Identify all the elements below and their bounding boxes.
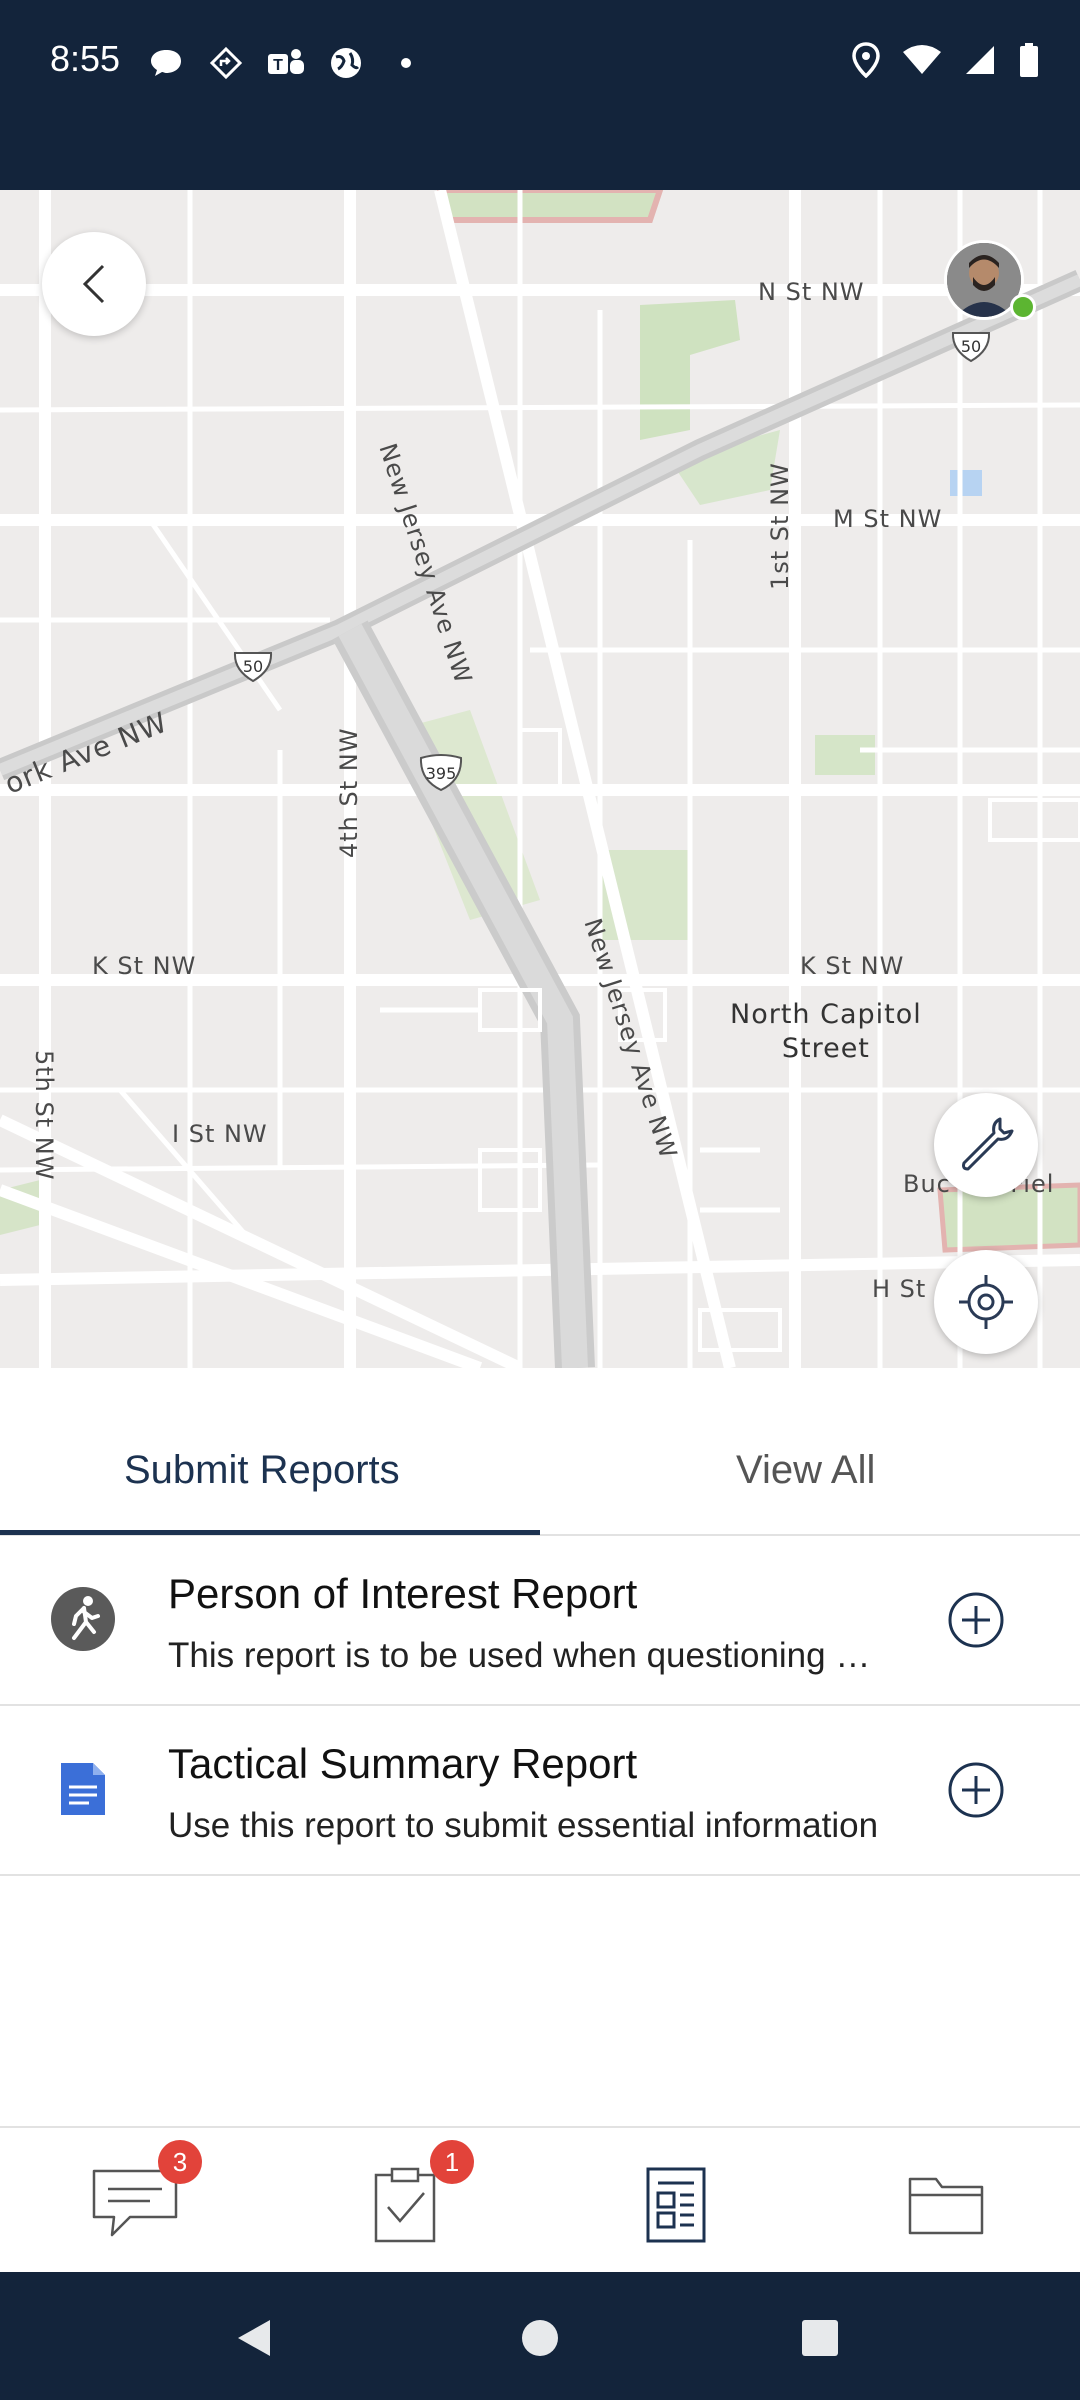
report-description: This report is to be used when questioni… [168,1636,888,1675]
nav-reports[interactable] [626,2160,726,2250]
system-home-icon[interactable] [520,2318,560,2358]
svg-text:395: 395 [426,764,457,783]
report-title: Tactical Summary Report [168,1740,638,1787]
bottom-navigation: 3 1 [0,2126,1080,2272]
tasks-badge: 1 [430,2140,474,2184]
us50-shield-icon: 50 [951,332,991,363]
svg-text:50: 50 [961,337,981,356]
dot-icon [385,42,427,84]
nav-files[interactable] [896,2160,996,2250]
diamond-nav-icon [205,42,247,84]
system-back-icon[interactable] [234,2316,274,2360]
i395-shield-icon: 395 [419,754,463,792]
globe-icon [325,42,367,84]
wrench-icon [962,1117,1014,1171]
chevron-left-icon [82,264,105,304]
wifi-icon [902,44,942,81]
tasks-icon [374,2167,436,2243]
signal-icon [964,44,996,81]
list-item-tactical-summary-report[interactable]: Tactical Summary Report Use this report … [0,1706,1080,1876]
map-label-h-st: H St [872,1275,927,1303]
status-bar: 8:55 T [0,0,1080,190]
status-time: 8:55 [50,38,121,79]
map-label-1st-st: 1st St NW [766,462,794,590]
map-label-k-st-left: K St NW [92,952,197,980]
back-button[interactable] [42,232,146,336]
online-status-dot [1010,294,1036,320]
svg-text:50: 50 [243,657,263,676]
active-tab-indicator [0,1530,540,1535]
map-label-n-st: N St NW [758,278,865,306]
tools-button[interactable] [934,1093,1038,1197]
notification-icons: T [145,42,427,84]
document-icon [50,1756,116,1822]
map-label-k-st-right: K St NW [800,952,905,980]
tab-submit-reports[interactable]: Submit Reports [124,1448,400,1493]
add-report-button[interactable] [946,1590,1006,1650]
battery-icon [1018,42,1040,83]
map-label-m-st: M St NW [833,505,943,533]
map-label-north-capitol: North Capitol Street [730,999,922,1064]
messages-badge: 3 [158,2140,202,2184]
map-view[interactable]: 50 50 395 N St NW M St NW New Jersey Ave… [0,190,1080,1368]
plus-circle-icon [948,1592,1004,1648]
reports-icon [646,2167,706,2243]
crosshair-icon [959,1275,1013,1329]
plus-circle-icon [948,1762,1004,1818]
report-description: Use this report to submit essential info… [168,1806,879,1845]
walking-person-icon [50,1586,116,1652]
system-navigation-bar [0,2272,1080,2400]
system-recents-icon[interactable] [800,2318,840,2358]
svg-text:T: T [273,57,283,74]
map-label-5th-st: 5th St NW [30,1050,58,1181]
teams-icon: T [265,42,307,84]
my-location-button[interactable] [934,1250,1038,1354]
report-tabs: Submit Reports View All [0,1368,1080,1536]
add-report-button[interactable] [946,1760,1006,1820]
folder-icon [908,2177,984,2235]
tab-view-all[interactable]: View All [736,1448,875,1493]
list-item-person-of-interest-report[interactable]: Person of Interest Report This report is… [0,1536,1080,1706]
location-pin-icon [852,42,880,83]
system-status-icons [852,42,1040,83]
map-label-i-st: I St NW [172,1120,268,1148]
us50-shield-icon: 50 [233,652,273,683]
chat-bubble-icon [145,42,187,84]
report-title: Person of Interest Report [168,1570,638,1617]
map-label-4th-st: 4th St NW [335,727,363,858]
